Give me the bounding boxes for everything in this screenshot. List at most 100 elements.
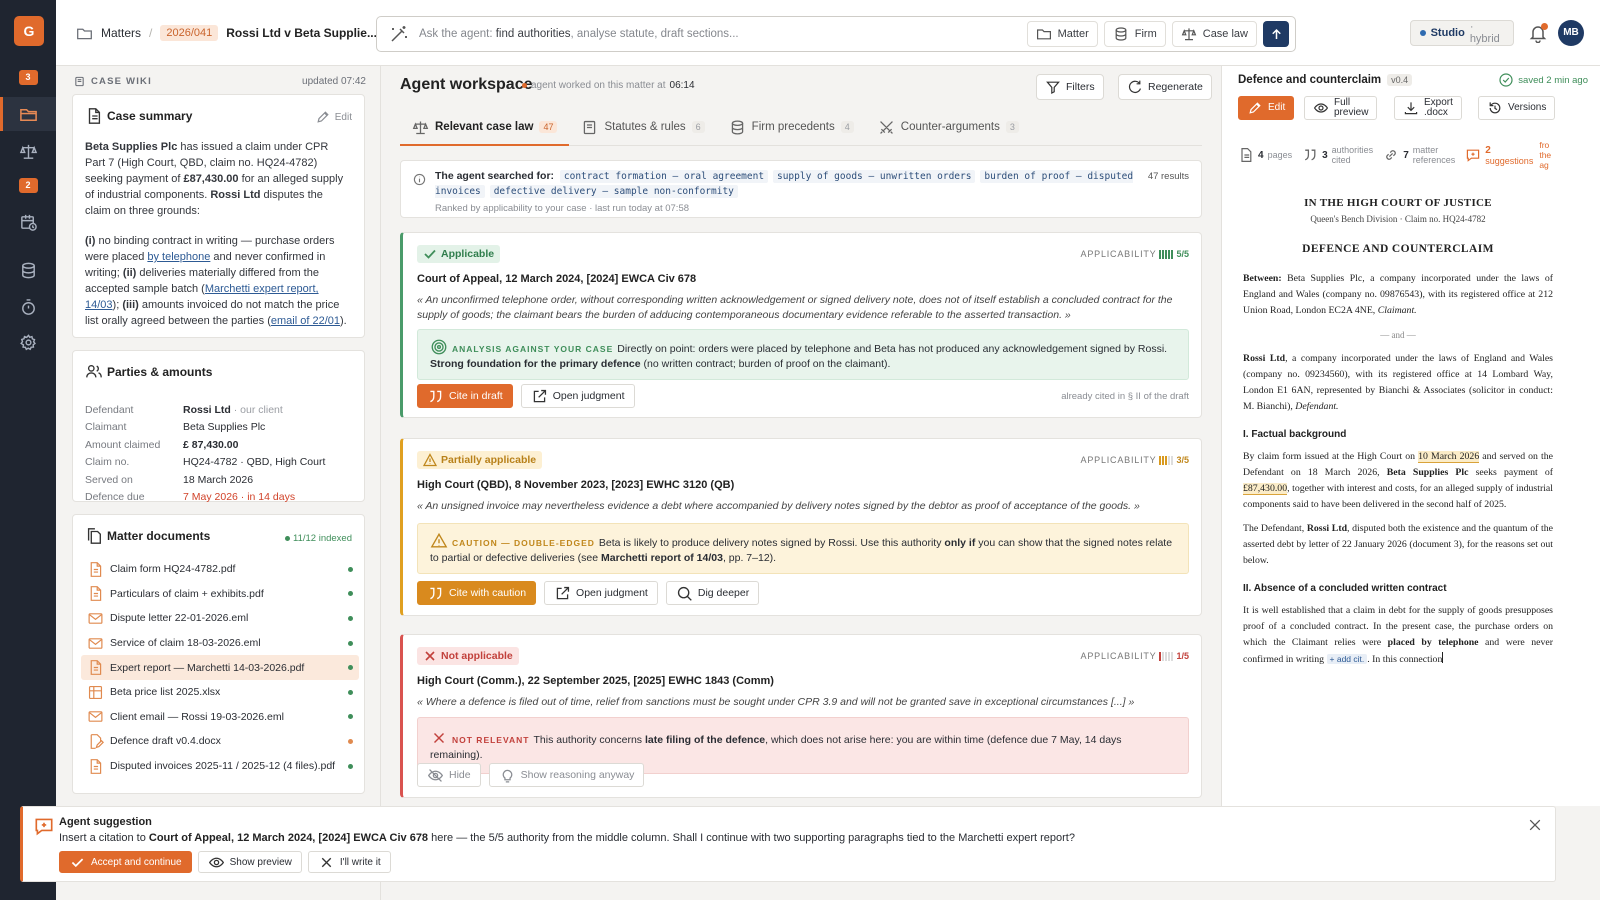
draft-section-heading: I. Factual background bbox=[1243, 429, 1347, 440]
scope-matter-button[interactable]: Matter bbox=[1026, 21, 1098, 47]
full-preview-button[interactable]: Full preview bbox=[1304, 96, 1378, 120]
document-item[interactable]: Particulars of claim + exhibits.pdf bbox=[81, 582, 359, 607]
breadcrumb: Matters / 2026/041 Rossi Ltd v Beta Supp… bbox=[76, 22, 377, 44]
document-status-dot bbox=[348, 763, 353, 769]
document-item[interactable]: Defence draft v0.4.docx bbox=[81, 729, 359, 754]
cite-with-caution-button[interactable]: Cite with caution bbox=[417, 581, 537, 605]
status-label: Applicable bbox=[441, 248, 495, 260]
document-item[interactable]: Client email — Rossi 19-03-2026.eml bbox=[81, 705, 359, 730]
tab-relevant-case-law[interactable]: Relevant case law 47 bbox=[400, 108, 569, 146]
party-value: 18 March 2026 bbox=[183, 473, 254, 486]
save-status-text: saved 2 min ago bbox=[1518, 74, 1588, 86]
close-suggestion-icon[interactable] bbox=[1527, 817, 1543, 833]
versions-button[interactable]: Versions bbox=[1478, 96, 1556, 120]
document-item[interactable]: Disputed invoices 2025-11 / 2025-12 (4 f… bbox=[81, 754, 359, 779]
cite-in-draft-button[interactable]: Cite in draft bbox=[417, 384, 513, 408]
rail-timer[interactable] bbox=[0, 290, 56, 324]
highlighted-date[interactable]: 10 March 2026 bbox=[1418, 451, 1480, 463]
open-judgment-button[interactable]: Open judgment bbox=[544, 581, 658, 605]
tab-firm-precedents[interactable]: Firm precedents 4 bbox=[717, 108, 866, 146]
scope-caselaw-label: Case law bbox=[1202, 28, 1248, 40]
draft-document[interactable]: IN THE HIGH COURT OF JUSTICE Queen's Ben… bbox=[1243, 191, 1553, 676]
x-icon bbox=[430, 729, 448, 747]
document-item[interactable]: Service of claim 18-03-2026.eml bbox=[81, 631, 359, 656]
x-icon bbox=[423, 649, 437, 663]
rail-database[interactable] bbox=[0, 253, 56, 287]
filters-button[interactable]: Filters bbox=[1036, 74, 1104, 100]
button-label: Export .docx bbox=[1424, 97, 1453, 118]
query-chip[interactable]: contract formation — oral agreement bbox=[559, 170, 769, 183]
rail-caselaw[interactable] bbox=[0, 134, 56, 168]
scope-caselaw-button[interactable]: Case law bbox=[1171, 21, 1257, 47]
regenerate-label: Regenerate bbox=[1148, 81, 1203, 93]
stat-suggestions[interactable]: 2 suggestions bbox=[1465, 145, 1533, 166]
dig-deeper-button[interactable]: Dig deeper bbox=[665, 581, 760, 605]
regenerate-button[interactable]: Regenerate bbox=[1118, 74, 1212, 100]
query-chip[interactable]: defective delivery — sample non-conformi… bbox=[489, 185, 738, 198]
history-icon bbox=[1487, 100, 1503, 116]
studio-mode-toggle[interactable]: Studio · hybrid bbox=[1410, 20, 1514, 46]
document-status-dot bbox=[348, 738, 353, 744]
rail-calendar[interactable] bbox=[0, 205, 56, 239]
draft-header: Defence and counterclaim v0.4 bbox=[1238, 74, 1413, 86]
hide-button[interactable]: Hide bbox=[417, 763, 481, 787]
stats-overflow-text: fro the ag bbox=[1539, 140, 1552, 170]
accept-continue-button[interactable]: Accept and continue bbox=[59, 851, 192, 873]
telephone-link[interactable]: by telephone bbox=[147, 251, 210, 263]
app-logo[interactable]: G bbox=[14, 16, 44, 46]
show-preview-button[interactable]: Show preview bbox=[197, 851, 302, 873]
tab-counter-arguments[interactable]: Counter-arguments 3 bbox=[866, 108, 1031, 146]
top-bar: Matters / 2026/041 Rossi Ltd v Beta Supp… bbox=[56, 0, 1600, 66]
agent-prompt-input[interactable]: Ask the agent: find authorities, analyse… bbox=[419, 28, 1027, 40]
document-item[interactable]: Dispute letter 22-01-2026.eml bbox=[81, 606, 359, 631]
highlighted-amount[interactable]: £87,430.00 bbox=[1243, 483, 1288, 495]
save-status: saved 2 min ago bbox=[1498, 72, 1588, 88]
document-name: Claim form HQ24-4782.pdf bbox=[110, 563, 236, 576]
applicability-bar-segment bbox=[1171, 651, 1174, 661]
user-avatar[interactable]: MB bbox=[1558, 20, 1584, 46]
rail-tasks[interactable]: 2 bbox=[0, 168, 56, 202]
edit-summary-button[interactable]: Edit bbox=[315, 109, 352, 125]
draft-version: v0.4 bbox=[1387, 74, 1413, 86]
document-item[interactable]: Beta price list 2025.xlsx bbox=[81, 680, 359, 705]
email-link[interactable]: email of 22/01 bbox=[271, 315, 340, 327]
analysis-label: CAUTION — DOUBLE-EDGED bbox=[452, 538, 595, 548]
tab-label: Relevant case law bbox=[435, 121, 534, 133]
link-icon bbox=[1383, 147, 1399, 163]
applicability-score: APPLICABILITY 3/5 bbox=[1081, 455, 1189, 465]
search-ranking-note: Ranked by applicability to your case · l… bbox=[435, 203, 690, 214]
pdf-icon bbox=[87, 758, 104, 775]
scope-firm-button[interactable]: Firm bbox=[1103, 21, 1166, 47]
send-button[interactable] bbox=[1263, 21, 1289, 47]
prompt-suffix: , analyse statute, draft sections... bbox=[570, 28, 739, 40]
party-sub: · our client bbox=[233, 403, 283, 416]
export-docx-button[interactable]: Export .docx bbox=[1394, 96, 1462, 120]
write-myself-button[interactable]: I'll write it bbox=[307, 851, 391, 873]
rail-settings[interactable] bbox=[0, 325, 56, 359]
search-lead: The agent searched for: bbox=[435, 170, 555, 182]
documents-list: Claim form HQ24-4782.pdf Particulars of c… bbox=[81, 557, 359, 778]
party-value: HQ24-4782 · QBD, High Court bbox=[183, 456, 326, 469]
show-reasoning-button[interactable]: Show reasoning anyway bbox=[488, 763, 645, 787]
agent-prompt-bar[interactable]: Ask the agent: find authorities, analyse… bbox=[376, 16, 1296, 52]
studio-label: Studio bbox=[1430, 27, 1465, 39]
tab-statutes-rules[interactable]: Statutes & rules 6 bbox=[569, 108, 716, 146]
document-name: Dispute letter 22-01-2026.eml bbox=[110, 612, 249, 625]
applicability-value: 3/5 bbox=[1176, 455, 1189, 465]
matter-code[interactable]: 2026/041 bbox=[160, 25, 219, 41]
rail-matters[interactable] bbox=[0, 97, 56, 131]
document-item[interactable]: Claim form HQ24-4782.pdf bbox=[81, 557, 359, 582]
case-citation: High Court (QBD), 8 November 2023, [2023… bbox=[417, 479, 735, 491]
swords-icon bbox=[878, 119, 895, 136]
breadcrumb-matters[interactable]: Matters bbox=[101, 26, 141, 40]
document-item[interactable]: Expert report — Marchetti 14-03-2026.pdf bbox=[81, 655, 359, 680]
button-label: Open judgment bbox=[552, 390, 625, 402]
add-citation-button[interactable]: + add cit. bbox=[1326, 654, 1368, 664]
edit-draft-button[interactable]: Edit bbox=[1238, 96, 1295, 120]
query-chip[interactable]: supply of goods — unwritten orders bbox=[772, 170, 976, 183]
draft-stats: 4 pages 3 authorities cited 7 matter referenc… bbox=[1238, 140, 1598, 170]
rail-inbox[interactable]: 3 bbox=[0, 60, 56, 94]
agent-workspace: Agent workspace agent worked on this mat… bbox=[382, 66, 1220, 804]
notifications-button[interactable] bbox=[1528, 23, 1548, 43]
open-judgment-button[interactable]: Open judgment bbox=[520, 384, 635, 408]
